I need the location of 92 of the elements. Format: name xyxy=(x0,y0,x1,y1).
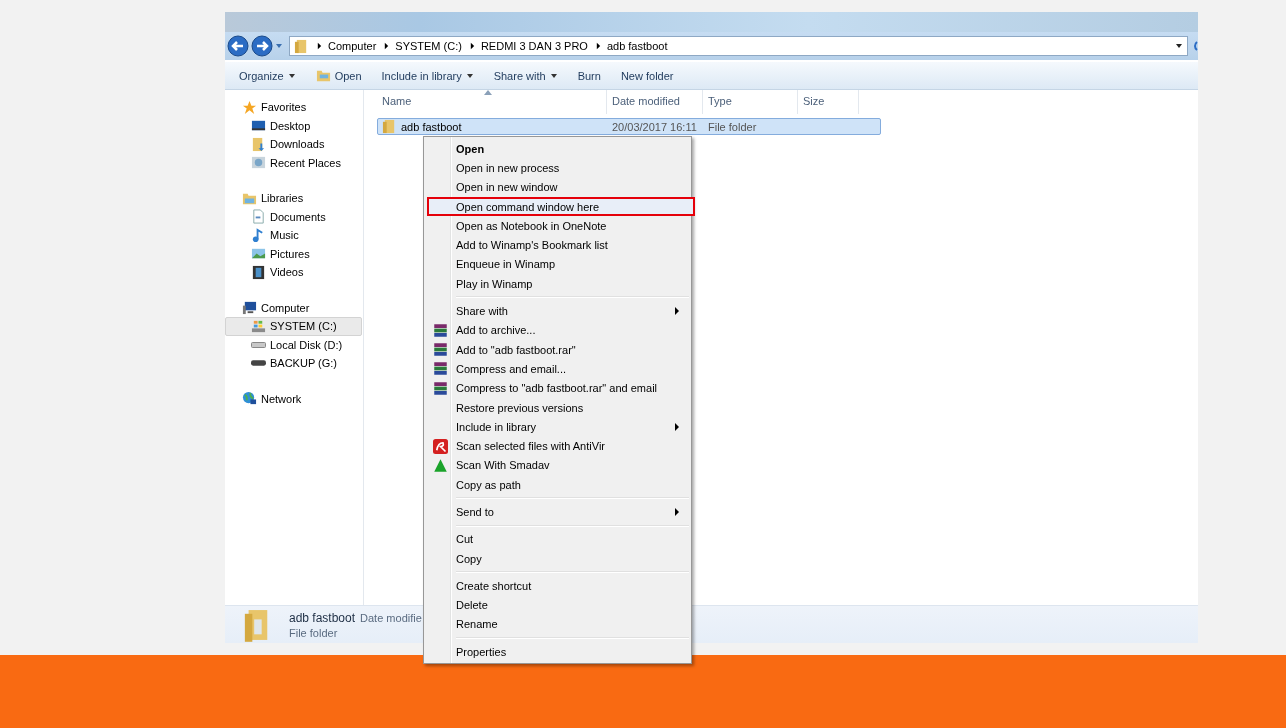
menu-item[interactable]: Copy as path xyxy=(426,475,689,495)
sidebar-item[interactable]: Recent Places xyxy=(225,153,362,172)
sidebar-item[interactable]: Downloads xyxy=(225,135,362,154)
breadcrumb[interactable]: REDMI 3 DAN 3 PRO xyxy=(480,40,588,52)
menu-item[interactable]: Rename xyxy=(426,614,689,635)
column-header[interactable]: Size xyxy=(798,90,859,114)
table-cell-text: File folder xyxy=(707,120,758,133)
chevron-icon[interactable] xyxy=(469,42,475,50)
computer-icon xyxy=(242,300,257,316)
sidebar-item[interactable]: Network xyxy=(225,389,362,408)
sort-arrow-icon xyxy=(484,90,492,95)
menu-item[interactable]: Delete xyxy=(426,595,689,615)
item-type: File folder xyxy=(289,626,339,639)
menu-item[interactable]: Open xyxy=(426,139,689,159)
toolbar-button[interactable]: Open xyxy=(307,65,370,86)
menu-item[interactable]: Scan With Smadav xyxy=(426,455,689,476)
menu-item[interactable]: Enqueue in Winamp xyxy=(426,254,689,275)
film-strip-icon xyxy=(251,264,266,280)
sidebar-item[interactable]: Computer xyxy=(225,298,362,317)
folder-icon xyxy=(382,119,397,134)
toolbar-button[interactable]: Include in library xyxy=(373,66,482,85)
menu-item[interactable]: Open as Notebook in OneNote xyxy=(426,216,689,236)
submenu-arrow-icon xyxy=(675,422,679,431)
menu-item[interactable]: Open command window here xyxy=(427,196,695,217)
sidebar-item[interactable]: SYSTEM (C:) xyxy=(225,317,362,336)
recent-places-icon xyxy=(251,155,266,171)
submenu-arrow-icon xyxy=(675,307,679,315)
breadcrumb[interactable]: adb fastboot xyxy=(606,40,668,52)
forward-icon[interactable] xyxy=(251,35,273,57)
sidebar-item[interactable]: Favorites xyxy=(225,98,362,117)
document-icon xyxy=(251,209,266,225)
menu-item[interactable]: Properties xyxy=(426,642,689,662)
toolbar-button[interactable]: New folder xyxy=(612,66,682,85)
caret-icon xyxy=(465,71,474,80)
menu-item[interactable]: Include in library xyxy=(426,417,689,437)
menu-item[interactable]: Play in Winamp xyxy=(426,274,689,294)
sidebar-item[interactable]: BACKUP (G:) xyxy=(225,354,362,373)
folder-icon xyxy=(294,38,309,54)
breadcrumb[interactable]: SYSTEM (C:) xyxy=(395,40,462,52)
toolbar-button[interactable]: Organize xyxy=(231,66,304,85)
breadcrumb[interactable]: Computer xyxy=(328,40,377,52)
table-cell-text: 20/03/2017 16:11 xyxy=(611,120,698,133)
menu-item[interactable]: Compress and email... xyxy=(426,359,689,379)
chevron-icon[interactable] xyxy=(317,42,322,50)
caret-icon xyxy=(549,71,558,80)
menu-item[interactable]: Create shortcut xyxy=(426,576,689,596)
sidebar-item[interactable]: Local Disk (D:) xyxy=(225,335,362,354)
system-drive-icon xyxy=(251,318,266,334)
triangle-icon xyxy=(432,457,448,473)
item-name: adb fastboot xyxy=(289,610,356,625)
toolbar-button[interactable]: Share with xyxy=(485,66,566,85)
menu-item[interactable]: Add to archive... xyxy=(426,320,689,340)
column-header[interactable]: Date modified xyxy=(607,90,703,114)
menu-item[interactable]: Open in new process xyxy=(426,158,689,178)
field-label: Date modifie xyxy=(360,611,422,624)
book-stack-icon xyxy=(432,361,448,377)
menu-item[interactable]: Add to Winamp's Bookmark list xyxy=(426,235,689,255)
menu-item[interactable]: Share with xyxy=(426,301,689,321)
column-header[interactable]: Type xyxy=(703,90,798,114)
menu-item[interactable]: Compress to "adb fastboot.rar" and email xyxy=(426,378,689,398)
chevron-icon[interactable] xyxy=(384,42,390,50)
drive-icon xyxy=(251,360,266,367)
file-row[interactable]: adb fastboot 20/03/2017 16:11 File folder xyxy=(377,118,881,135)
submenu-arrow-icon xyxy=(675,508,679,516)
chevron-icon[interactable] xyxy=(595,42,601,50)
book-stack-icon xyxy=(432,342,448,358)
sidebar-item[interactable]: Libraries xyxy=(225,189,362,208)
sidebar-item[interactable]: Music xyxy=(225,226,362,245)
file-name: adb fastboot xyxy=(401,120,462,133)
caret-icon[interactable] xyxy=(1175,42,1183,50)
address-field[interactable]: Computer SYSTEM (C:) REDMI 3 DAN 3 PRO adb fastboot xyxy=(289,36,1188,56)
toolbar-button[interactable]: Burn xyxy=(569,66,609,85)
globe-icon xyxy=(242,391,257,407)
book-stack-icon xyxy=(432,322,448,338)
folder-icon xyxy=(315,68,331,83)
menu-item[interactable]: Add to "adb fastboot.rar" xyxy=(426,339,689,360)
caret-icon xyxy=(287,71,296,80)
star-icon xyxy=(242,99,257,115)
sidebar-item[interactable]: Pictures xyxy=(225,244,362,263)
menu-item[interactable]: Copy xyxy=(426,548,689,569)
back-icon[interactable] xyxy=(227,35,249,57)
sidebar-item[interactable]: Desktop xyxy=(225,116,362,135)
menu-item[interactable]: Send to xyxy=(426,502,689,522)
menu-item[interactable]: Scan selected files with AntiVir xyxy=(426,436,689,456)
menu-item[interactable]: Restore previous versions xyxy=(426,397,689,418)
book-stack-icon xyxy=(432,380,448,396)
download-folder-icon xyxy=(251,136,266,152)
sidebar-item[interactable]: Videos xyxy=(225,263,362,282)
drive-icon xyxy=(251,341,266,348)
menu-item[interactable]: Cut xyxy=(426,529,689,549)
menu-item[interactable]: Open in new window xyxy=(426,177,689,197)
sidebar-item[interactable]: Documents xyxy=(225,207,362,226)
